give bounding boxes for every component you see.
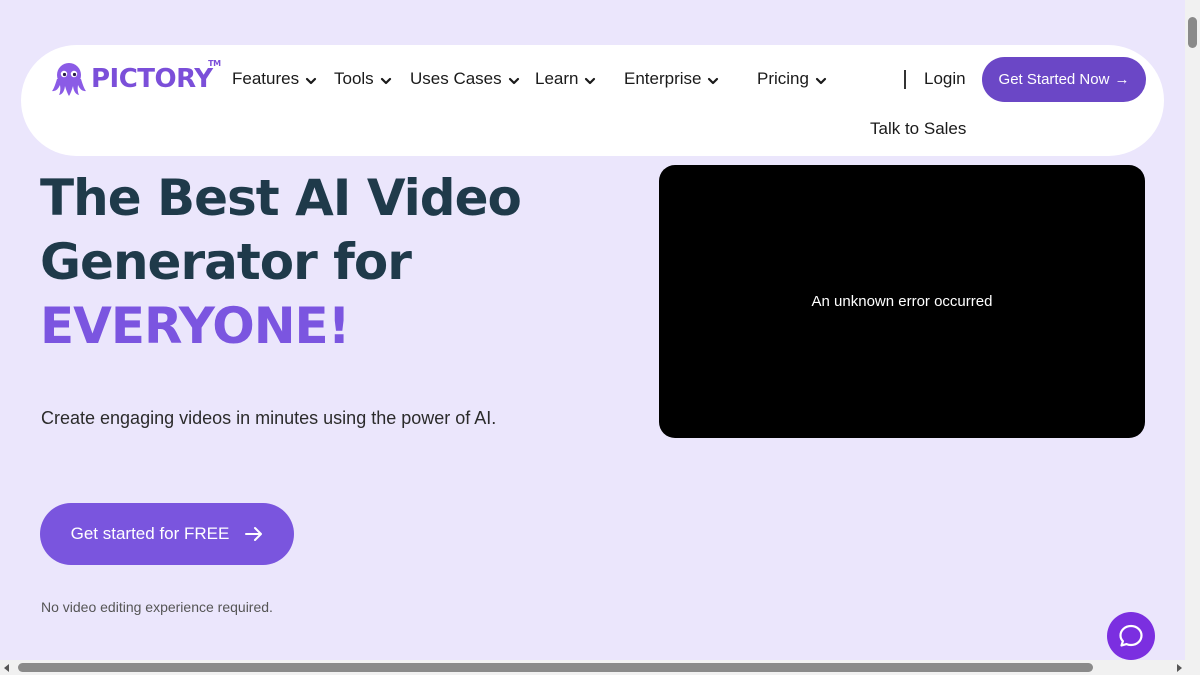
chat-bubble-icon — [1119, 624, 1143, 647]
chevron-down-icon — [305, 77, 317, 85]
get-started-free-label: Get started for FREE — [70, 524, 230, 543]
chat-widget-button[interactable] — [1107, 612, 1155, 660]
chevron-down-icon — [380, 77, 391, 85]
hero-title-line-2: Generator for — [40, 233, 412, 291]
get-started-free-button[interactable]: Get started for FREE — [40, 503, 294, 565]
horizontal-scrollbar[interactable] — [0, 660, 1200, 675]
nav-item-label: Enterprise — [624, 69, 702, 88]
chevron-down-icon — [585, 77, 596, 85]
scroll-right-icon[interactable] — [1177, 664, 1182, 672]
nav-item-learn[interactable]: Learn — [535, 69, 596, 89]
nav-item-label: Tools — [334, 69, 374, 88]
top-navbar: PICTORY TM Features Tools Uses Cases Lea… — [21, 45, 1164, 156]
nav-item-tools[interactable]: Tools — [334, 69, 392, 89]
octopus-logo-icon — [52, 63, 86, 96]
nav-item-use-cases[interactable]: Uses Cases — [410, 69, 520, 89]
nav-item-label: Learn — [535, 69, 579, 88]
arrow-right-icon — [245, 527, 263, 541]
brand-name: PICTORY TM — [91, 59, 221, 94]
video-error-message: An unknown error occurred — [811, 293, 993, 310]
hero-title-accent: EVERYONE! — [40, 297, 351, 355]
pictory-logo[interactable]: PICTORY TM — [49, 59, 221, 99]
nav-item-label: Pricing — [757, 69, 809, 88]
hero-title-line-1: The Best AI Video — [40, 169, 522, 227]
scroll-left-icon[interactable] — [4, 664, 9, 672]
vertical-scrollbar[interactable] — [1185, 0, 1200, 660]
hero-subtitle: Create engaging videos in minutes using … — [41, 408, 497, 428]
chevron-down-icon — [815, 77, 827, 85]
hero-title: The Best AI Video Generator for EVERYONE… — [40, 166, 522, 358]
vertical-scrollbar-thumb[interactable] — [1188, 17, 1197, 48]
nav-item-label: Features — [232, 69, 300, 88]
nav-item-label: Uses Cases — [410, 69, 502, 88]
arrow-right-icon: → — [1114, 71, 1130, 88]
video-player[interactable]: An unknown error occurred — [659, 165, 1145, 438]
nav-item-enterprise[interactable]: Enterprise — [624, 69, 719, 89]
talk-to-sales-link[interactable]: Talk to Sales — [870, 119, 966, 139]
get-started-now-button[interactable]: Get Started Now → — [982, 57, 1146, 102]
trademark-mark: TM — [208, 59, 221, 68]
horizontal-scrollbar-thumb[interactable] — [18, 663, 1093, 672]
nav-item-pricing[interactable]: Pricing — [757, 69, 827, 89]
nav-divider — [904, 70, 906, 89]
get-started-now-label: Get Started Now — [998, 71, 1110, 88]
hero-note: No video editing experience required. — [41, 599, 273, 615]
chevron-down-icon — [508, 77, 519, 85]
login-link[interactable]: Login — [924, 69, 966, 89]
chevron-down-icon — [708, 77, 719, 85]
nav-item-features[interactable]: Features — [232, 69, 317, 89]
